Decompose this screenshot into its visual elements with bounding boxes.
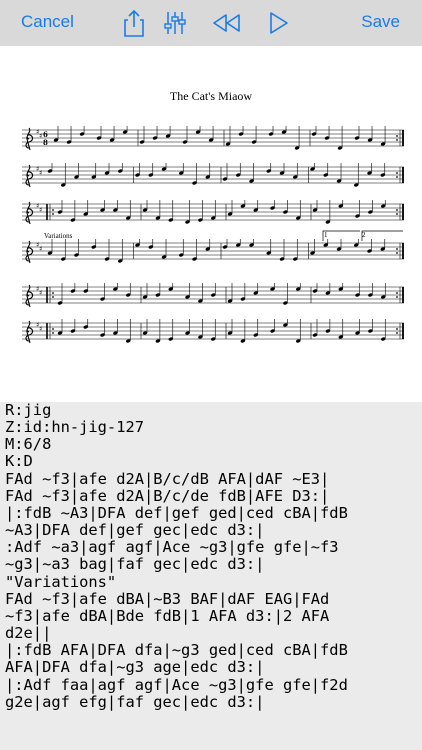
svg-text:♯: ♯ <box>39 325 42 333</box>
abc-text-editor[interactable]: R:jig Z:id:hn-jig-127 M:6/8 K:D FAd ~f3|… <box>0 401 422 750</box>
volta-brackets <box>322 230 403 241</box>
rewind-icon[interactable] <box>210 8 244 38</box>
abc-line: ~f3|afe dBA|Bde fdB|1 AFA d3:|2 AFA <box>5 606 330 625</box>
tune-title: The Cat's Miaow <box>169 89 253 103</box>
abc-line: d2e|| <box>5 624 52 643</box>
staff-line-4: ♯ ♯ <box>22 239 404 263</box>
staff-line-3: ♯ ♯ <box>22 200 404 224</box>
staff-line-6: ♯ ♯ <box>22 319 404 343</box>
abc-line: ~g3|~a3 bag|faf gec|edc d3:| <box>5 555 265 574</box>
abc-line: AFA|DFA dfa|~g3 age|edc d3:| <box>5 658 265 677</box>
abc-line: M:6/8 <box>5 435 52 454</box>
abc-line: FAd ~f3|afe dBA|~B3 BAF|dAF EAG|FAd <box>5 589 330 608</box>
svg-text:♯: ♯ <box>39 206 42 214</box>
staff-line-1: ♯ ♯ 68 <box>22 126 404 150</box>
abc-notation-text[interactable]: R:jig Z:id:hn-jig-127 M:6/8 K:D FAd ~f3|… <box>0 401 422 711</box>
abc-line: FAd ~f3|afe d2A|B/c/de fdB|AFE D3:| <box>5 486 330 505</box>
sheet-music-view: The Cat's Miaow Variations ♯ ♯ 6 8 ♯ ♯ ♯ ♯ ♯ ♯… <box>0 46 422 402</box>
abc-line: |:fdB AFA|DFA dfa|~g3 ged|ced cBA|fdB <box>5 641 348 660</box>
svg-text:♯: ♯ <box>39 132 42 140</box>
abc-line: "Variations" <box>5 572 117 591</box>
abc-line: ~A3|DFA def|gef gec|edc d3:| <box>5 521 265 540</box>
svg-text:♯: ♯ <box>39 245 42 253</box>
toolbar: Cancel Save <box>0 0 422 46</box>
staff-line-5: ♯ ♯ <box>22 283 404 307</box>
abc-line: FAd ~f3|afe d2A|B/c/dB AFA|dAF ~E3| <box>5 469 330 488</box>
staff-line-2: ♯ ♯ <box>22 163 404 187</box>
abc-line: :Adf ~a3|agf agf|Ace ~g3|gfe gfe|~f3 <box>5 538 339 557</box>
svg-text:♯: ♯ <box>39 169 42 177</box>
save-button[interactable]: Save <box>361 12 400 32</box>
abc-line: R:jig <box>5 401 52 419</box>
svg-text:♯: ♯ <box>39 289 42 297</box>
cancel-button[interactable]: Cancel <box>21 12 74 32</box>
abc-line: |:Adf faa|agf agf|Ace ~g3|gfe gfe|f2d <box>5 675 348 694</box>
sliders-icon[interactable] <box>160 8 190 38</box>
play-icon[interactable] <box>264 8 294 38</box>
abc-line: |:fdB ~A3|DFA def|gef ged|ced cBA|fdB <box>5 503 348 522</box>
svg-text:8: 8 <box>43 138 48 147</box>
abc-line: K:D <box>5 452 33 471</box>
abc-line: g2e|agf efg|faf gec|edc d3:| <box>5 692 265 711</box>
share-icon[interactable] <box>119 8 149 38</box>
abc-line: Z:id:hn-jig-127 <box>5 418 144 437</box>
